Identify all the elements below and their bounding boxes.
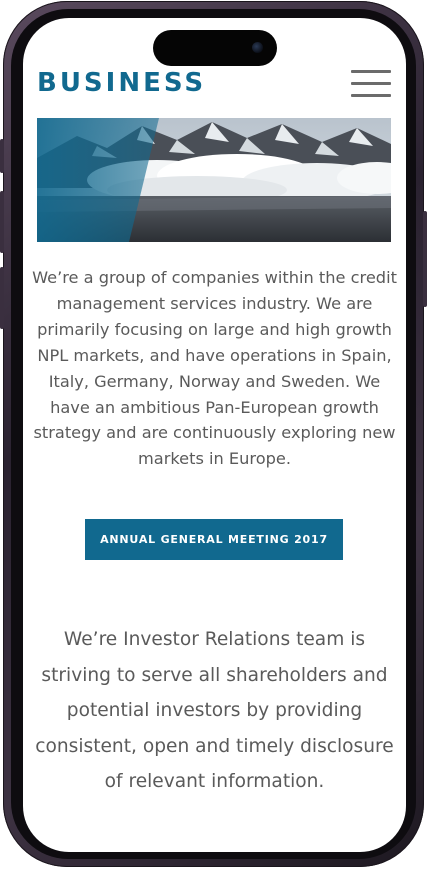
phone-action-button	[0, 139, 4, 173]
hero-image	[37, 118, 391, 242]
front-camera-icon	[252, 42, 263, 53]
mountain-landscape-image	[37, 118, 391, 242]
annual-general-meeting-button[interactable]: ANNUAL GENERAL MEETING 2017	[85, 519, 343, 560]
phone-screen: BUSINESS We’re a group of companies with…	[23, 18, 406, 852]
dynamic-island	[153, 30, 277, 66]
phone-volume-up-button	[0, 191, 4, 253]
site-logo[interactable]: BUSINESS	[37, 68, 206, 98]
investor-relations-paragraph: We’re Investor Relations team is strivin…	[35, 629, 394, 792]
menu-line-middle	[351, 82, 391, 85]
menu-line-top	[351, 70, 391, 73]
phone-volume-down-button	[0, 267, 4, 329]
menu-line-bottom	[351, 94, 391, 97]
hamburger-menu-icon[interactable]	[351, 70, 391, 98]
phone-power-button	[423, 211, 427, 307]
intro-paragraph: We’re a group of companies within the cr…	[32, 268, 397, 469]
